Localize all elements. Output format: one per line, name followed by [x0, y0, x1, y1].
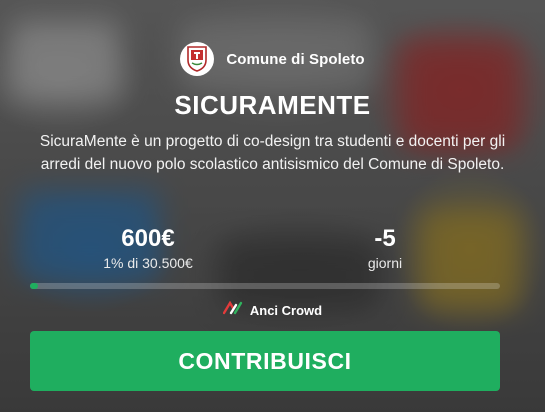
organization-header[interactable]: Comune di Spoleto	[0, 42, 545, 76]
days-remaining-value: -5	[374, 225, 396, 252]
anci-crowd-logo-icon	[222, 300, 243, 320]
platform-name: Anci Crowd	[249, 303, 323, 318]
campaign-card: Comune di Spoleto SICURAMENTE SicuraMent…	[0, 0, 545, 412]
amount-raised: 600€	[121, 225, 175, 252]
contribute-button[interactable]: CONTRIBUISCI	[30, 331, 500, 391]
project-title: SICURAMENTE	[174, 90, 371, 120]
funding-progress-text: 1% di 30.500€	[103, 255, 193, 271]
funding-stat: 600€ 1% di 30.500€	[88, 225, 208, 271]
organization-name: Comune di Spoleto	[226, 50, 365, 68]
project-description: SicuraMente è un progetto di co-design t…	[39, 133, 506, 173]
city-crest-icon	[180, 42, 215, 76]
funding-progress-fill	[30, 283, 38, 289]
funding-progress-bar	[30, 283, 500, 289]
days-remaining-label: giorni	[367, 255, 403, 271]
days-stat: -5 giorni	[335, 225, 435, 271]
platform-badge[interactable]: Anci Crowd	[0, 300, 545, 320]
